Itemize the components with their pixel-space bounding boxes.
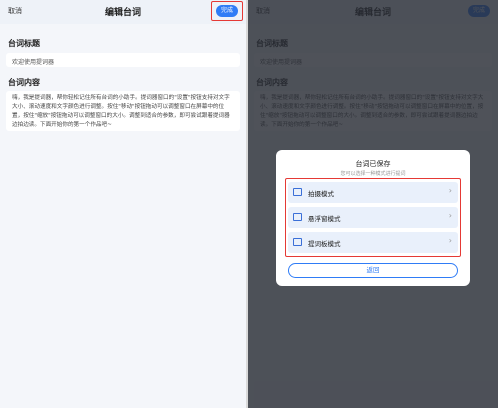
editor-content: 台词标题 欢迎使用提词器 台词内容 嗨，我是提词器，帮你轻松记住所有台词的小助手… [0, 24, 246, 408]
options-highlight-box [285, 178, 461, 257]
dialog-title: 台词已保存 [355, 160, 391, 168]
content-section-label: 台词内容 [8, 78, 40, 87]
content-textarea[interactable]: 嗨，我是提词器，帮你轻松记住所有台词的小助手。提词器窗口的"设置"按钮支持对文字… [6, 91, 240, 131]
save-dialog-screen: 取消 编辑台词 完成 台词标题 欢迎使用提词器 台词内容 嗨，我是提词器，帮你轻… [248, 0, 498, 408]
page-title: 编辑台词 [104, 8, 141, 18]
return-button[interactable]: 返回 [288, 263, 458, 278]
title-input[interactable]: 欢迎使用提词器 [6, 53, 240, 67]
editor-topbar: 取消 编辑台词 完成 [0, 0, 246, 24]
done-highlight-box [211, 1, 243, 21]
saved-dialog: 台词已保存 您可以选择一种模式进行提词 拍摄模式 › 悬浮窗模式 › 提词板模式… [276, 150, 470, 286]
dialog-subtitle: 您可以选择一种模式进行提词 [340, 171, 406, 177]
title-section-label: 台词标题 [8, 39, 40, 48]
editor-screen: 取消 编辑台词 完成 台词标题 欢迎使用提词器 台词内容 嗨，我是提词器，帮你轻… [0, 0, 246, 408]
